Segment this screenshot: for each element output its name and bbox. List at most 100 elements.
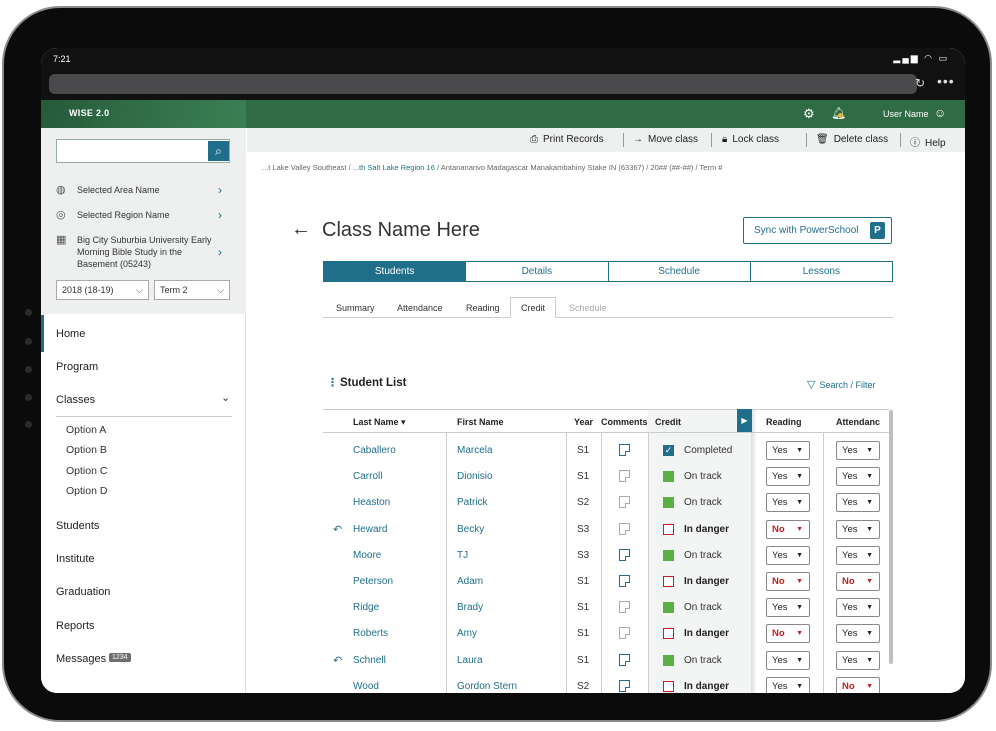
url-field[interactable] bbox=[49, 74, 917, 94]
chevron-down-icon[interactable]: ⌄ bbox=[221, 391, 230, 404]
reading-select[interactable]: Yes ▼ bbox=[766, 598, 810, 618]
attendance-select[interactable]: Yes ▼ bbox=[836, 598, 880, 618]
sidebar-subitem-option-a[interactable]: Option A bbox=[66, 424, 106, 436]
attendance-select[interactable]: No ▼ bbox=[836, 572, 880, 591]
subtab-reading[interactable]: Reading bbox=[466, 303, 500, 313]
comment-icon[interactable] bbox=[619, 575, 630, 587]
gear-icon[interactable]: ⚙ bbox=[803, 106, 815, 122]
attendance-select[interactable]: Yes ▼ bbox=[836, 650, 880, 670]
tab-schedule[interactable]: Schedule bbox=[609, 262, 751, 281]
undo-icon[interactable]: ↶ bbox=[333, 654, 342, 667]
bell-icon[interactable]: 🔔︎ bbox=[831, 106, 846, 120]
subtab-attendance[interactable]: Attendance bbox=[397, 303, 443, 313]
comment-icon[interactable] bbox=[619, 470, 630, 483]
sidebar-subitem-option-c[interactable]: Option C bbox=[66, 465, 107, 477]
reading-select[interactable]: Yes ▼ bbox=[766, 441, 810, 460]
lock-class-button[interactable]: 🔒︎ Lock class bbox=[722, 134, 779, 145]
comment-icon[interactable] bbox=[619, 601, 630, 614]
column-header-credit[interactable]: Credit bbox=[655, 417, 681, 427]
sidebar-item-graduation[interactable]: Graduation bbox=[56, 586, 110, 598]
sidebar-item-institute[interactable]: Institute bbox=[56, 553, 95, 565]
user-icon[interactable]: ☺ bbox=[934, 106, 946, 120]
first-name-link[interactable]: Dionisio bbox=[457, 471, 493, 482]
sidebar-subitem-option-d[interactable]: Option D bbox=[66, 485, 107, 497]
last-name-link[interactable]: Roberts bbox=[353, 628, 388, 639]
year-select[interactable]: 2018 (18-19) ⌵ bbox=[56, 280, 149, 300]
last-name-link[interactable]: Schnell bbox=[353, 655, 386, 666]
column-header-last-name[interactable]: Last Name ▾ bbox=[353, 417, 406, 428]
more-icon[interactable]: ••• bbox=[937, 73, 955, 89]
reading-select[interactable]: Yes ▼ bbox=[766, 467, 810, 487]
breadcrumb-item[interactable]: ...t Lake Valley Southeast bbox=[262, 163, 347, 172]
checkbox-checked-icon[interactable]: ✓ bbox=[663, 445, 674, 456]
last-name-link[interactable]: Peterson bbox=[353, 576, 393, 587]
last-name-link[interactable]: Carroll bbox=[353, 471, 382, 482]
undo-icon[interactable]: ↶ bbox=[333, 523, 342, 536]
attendance-select[interactable]: Yes ▼ bbox=[836, 519, 880, 539]
last-name-link[interactable]: Caballero bbox=[353, 445, 396, 456]
column-header-first-name[interactable]: First Name bbox=[457, 417, 504, 427]
reading-select[interactable]: No ▼ bbox=[766, 624, 810, 644]
back-arrow-icon[interactable]: ← bbox=[291, 218, 311, 241]
search-input[interactable]: ⌕ bbox=[56, 139, 230, 163]
first-name-link[interactable]: Adam bbox=[457, 576, 483, 587]
reading-select[interactable]: Yes ▼ bbox=[766, 493, 810, 513]
breadcrumb-item[interactable]: Term # bbox=[700, 163, 723, 172]
first-name-link[interactable]: Patrick bbox=[457, 497, 488, 508]
search-filter-button[interactable]: ▽ Search / Filter bbox=[807, 378, 876, 391]
sidebar-item-program[interactable]: Program bbox=[56, 361, 98, 373]
move-class-button[interactable]: → Move class bbox=[633, 134, 698, 145]
attendance-select[interactable]: Yes ▼ bbox=[836, 467, 880, 487]
sidebar-item-messages[interactable]: Messages bbox=[56, 653, 106, 665]
table-scrollbar[interactable] bbox=[889, 410, 893, 664]
term-select[interactable]: Term 2 ⌵ bbox=[154, 280, 230, 300]
tab-details[interactable]: Details bbox=[466, 262, 609, 281]
last-name-link[interactable]: Heward bbox=[353, 524, 387, 535]
reload-icon[interactable]: ↻ bbox=[915, 76, 925, 90]
sidebar-item-home[interactable]: Home bbox=[56, 328, 85, 340]
print-records-button[interactable]: ⎙ Print Records bbox=[530, 134, 604, 145]
app-brand[interactable]: WISE 2.0 bbox=[69, 108, 109, 118]
last-name-link[interactable]: Wood bbox=[353, 681, 379, 692]
reading-select[interactable]: Yes ▼ bbox=[766, 676, 810, 693]
kebab-menu-icon[interactable]: ⋮ bbox=[327, 376, 338, 389]
comment-icon[interactable] bbox=[619, 522, 630, 535]
comment-icon[interactable] bbox=[619, 444, 630, 456]
search-icon[interactable]: ⌕ bbox=[208, 141, 229, 161]
help-button[interactable]: ⓘ Help bbox=[910, 134, 946, 149]
attendance-select[interactable]: Yes ▼ bbox=[836, 441, 880, 460]
subtab-credit[interactable]: Credit bbox=[510, 297, 557, 318]
tab-lessons[interactable]: Lessons bbox=[751, 262, 892, 281]
first-name-link[interactable]: Gordon Stern bbox=[457, 681, 517, 692]
attendance-select[interactable]: Yes ▼ bbox=[836, 545, 880, 565]
reading-select[interactable]: No ▼ bbox=[766, 519, 810, 539]
last-name-link[interactable]: Ridge bbox=[353, 602, 379, 613]
tab-students[interactable]: Students bbox=[324, 262, 467, 281]
user-name[interactable]: User Name bbox=[883, 109, 929, 119]
comment-icon[interactable] bbox=[619, 679, 630, 692]
first-name-link[interactable]: Laura bbox=[457, 655, 483, 666]
comment-icon[interactable] bbox=[619, 653, 630, 666]
comment-icon[interactable] bbox=[619, 627, 630, 640]
breadcrumb-item[interactable]: Antananarivo Madagascar Manakambahiny St… bbox=[441, 163, 644, 172]
sidebar-item-classes[interactable]: Classes bbox=[56, 394, 95, 406]
column-header-reading[interactable]: Reading bbox=[766, 417, 802, 427]
column-header-comments[interactable]: Comments bbox=[601, 417, 648, 427]
attendance-select[interactable]: Yes ▼ bbox=[836, 493, 880, 513]
sync-powerschool-button[interactable]: Sync with PowerSchool P bbox=[743, 217, 892, 244]
last-name-link[interactable]: Heaston bbox=[353, 497, 390, 508]
sidebar-subitem-option-b[interactable]: Option B bbox=[66, 444, 107, 456]
first-name-link[interactable]: Brady bbox=[457, 602, 483, 613]
comment-icon[interactable] bbox=[619, 548, 630, 561]
last-name-link[interactable]: Moore bbox=[353, 550, 381, 561]
subtab-summary[interactable]: Summary bbox=[336, 303, 375, 313]
breadcrumb-item[interactable]: ...th Salt Lake Region 16 bbox=[353, 163, 435, 172]
breadcrumb-item[interactable]: 20## (##-##) bbox=[650, 163, 693, 172]
first-name-link[interactable]: Becky bbox=[457, 524, 484, 535]
first-name-link[interactable]: Marcela bbox=[457, 445, 493, 456]
column-header-attendance[interactable]: Attendanc bbox=[836, 417, 880, 427]
reading-select[interactable]: Yes ▼ bbox=[766, 650, 810, 670]
delete-class-button[interactable]: 🗑︎ Delete class bbox=[816, 134, 888, 145]
reading-select[interactable]: Yes ▼ bbox=[766, 545, 810, 565]
column-header-year[interactable]: Year bbox=[574, 417, 593, 427]
